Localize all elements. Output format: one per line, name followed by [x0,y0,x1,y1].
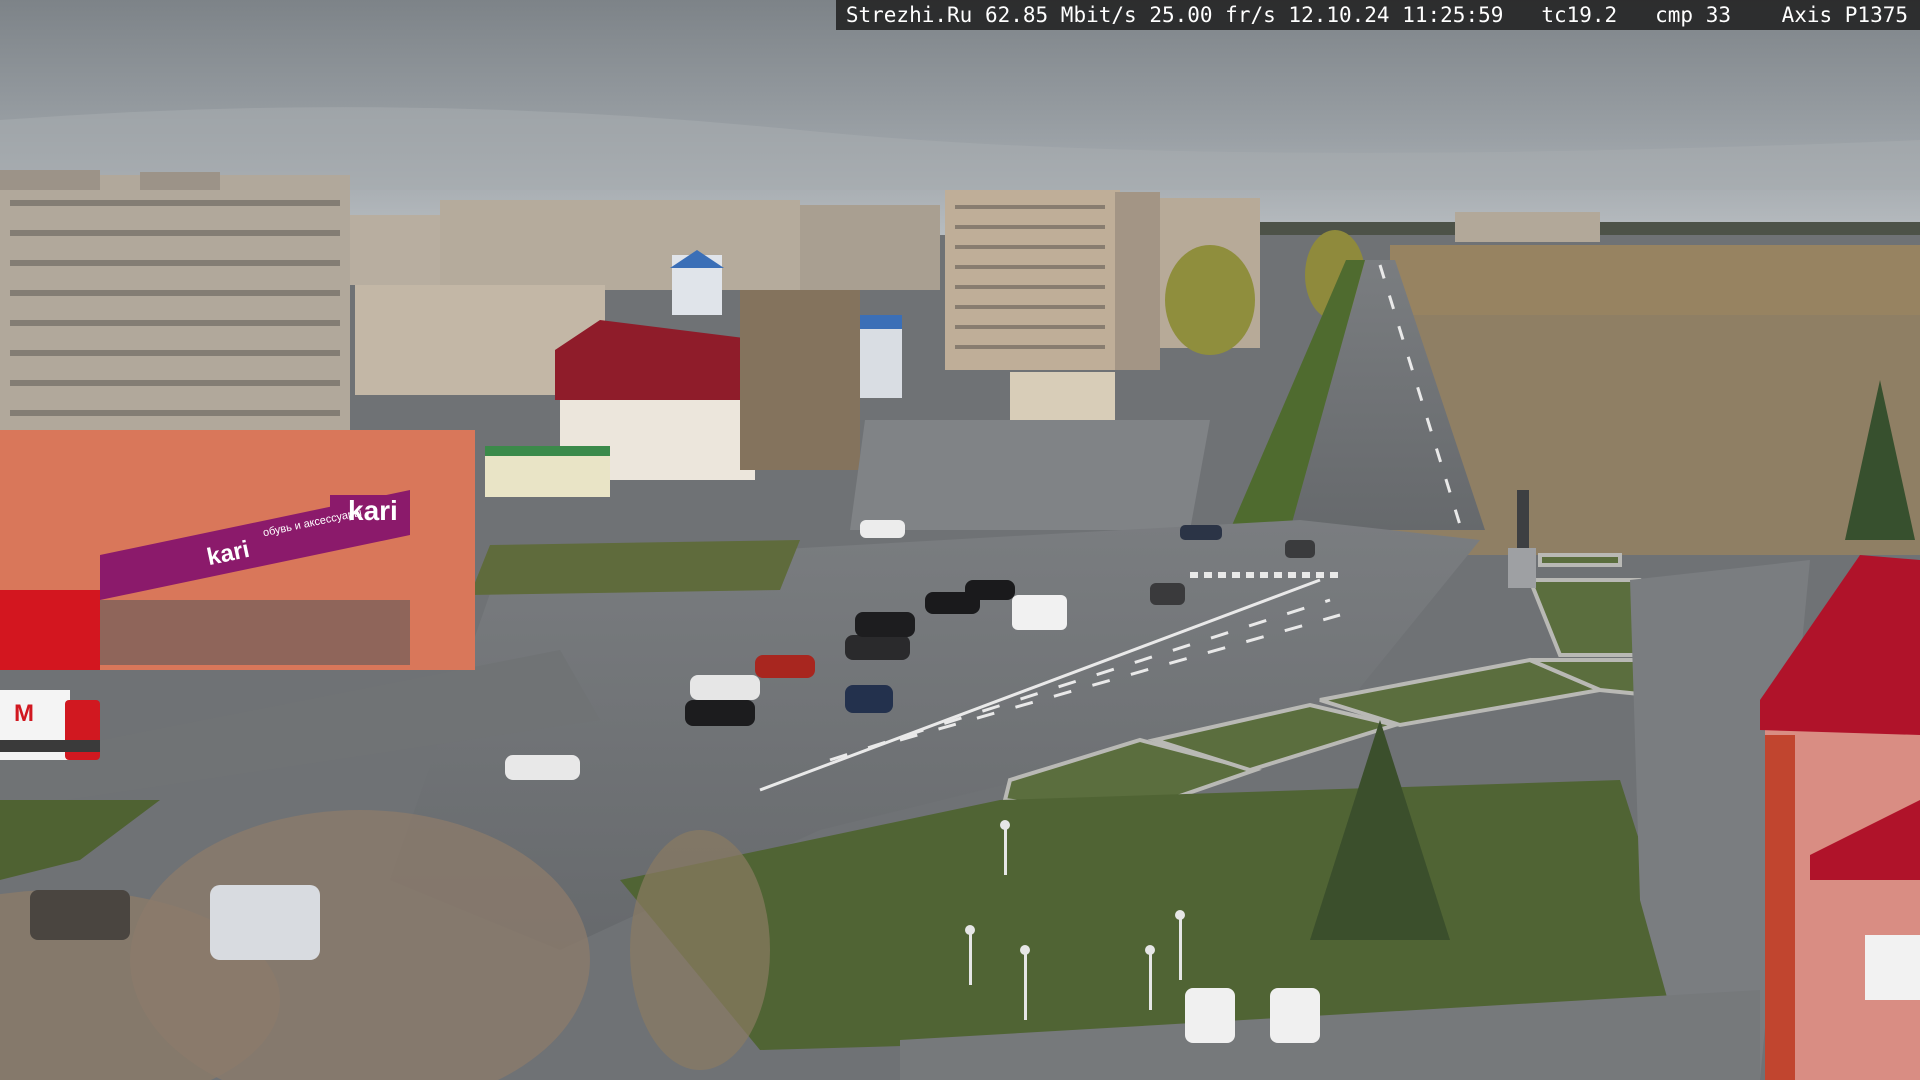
plaza-pavilion [1010,372,1115,420]
osd-tc: tc19.2 [1541,3,1618,27]
osd-time: 11:25:59 [1402,3,1504,27]
kiosk [485,452,610,497]
osd-site: Strezhi.Ru [845,3,973,27]
camera-osd-bar: Strezhi.Ru 62.85 Mbit/s 25.00 fr/s 12.10… [835,0,1920,30]
yellow-tree [1165,245,1255,355]
truck-logo: M [14,700,34,727]
osd-camera-model: Axis P1375 [1781,3,1908,27]
street-scene [0,0,1920,1080]
camera-frame: kari kari обувь и аксессуары M Strezhi.R… [0,0,1920,1080]
osd-framerate: 25.00 fr/s [1149,3,1276,27]
central-trees [740,290,860,470]
plaza [850,420,1210,530]
osd-date: 12.10.24 [1288,3,1390,27]
statue-pedestal [1508,548,1536,588]
left-lawn [470,540,800,595]
osd-cmp: cmp 33 [1655,3,1731,27]
statue [1517,490,1529,548]
osd-bitrate: 62.85 Mbit/s [984,3,1137,27]
